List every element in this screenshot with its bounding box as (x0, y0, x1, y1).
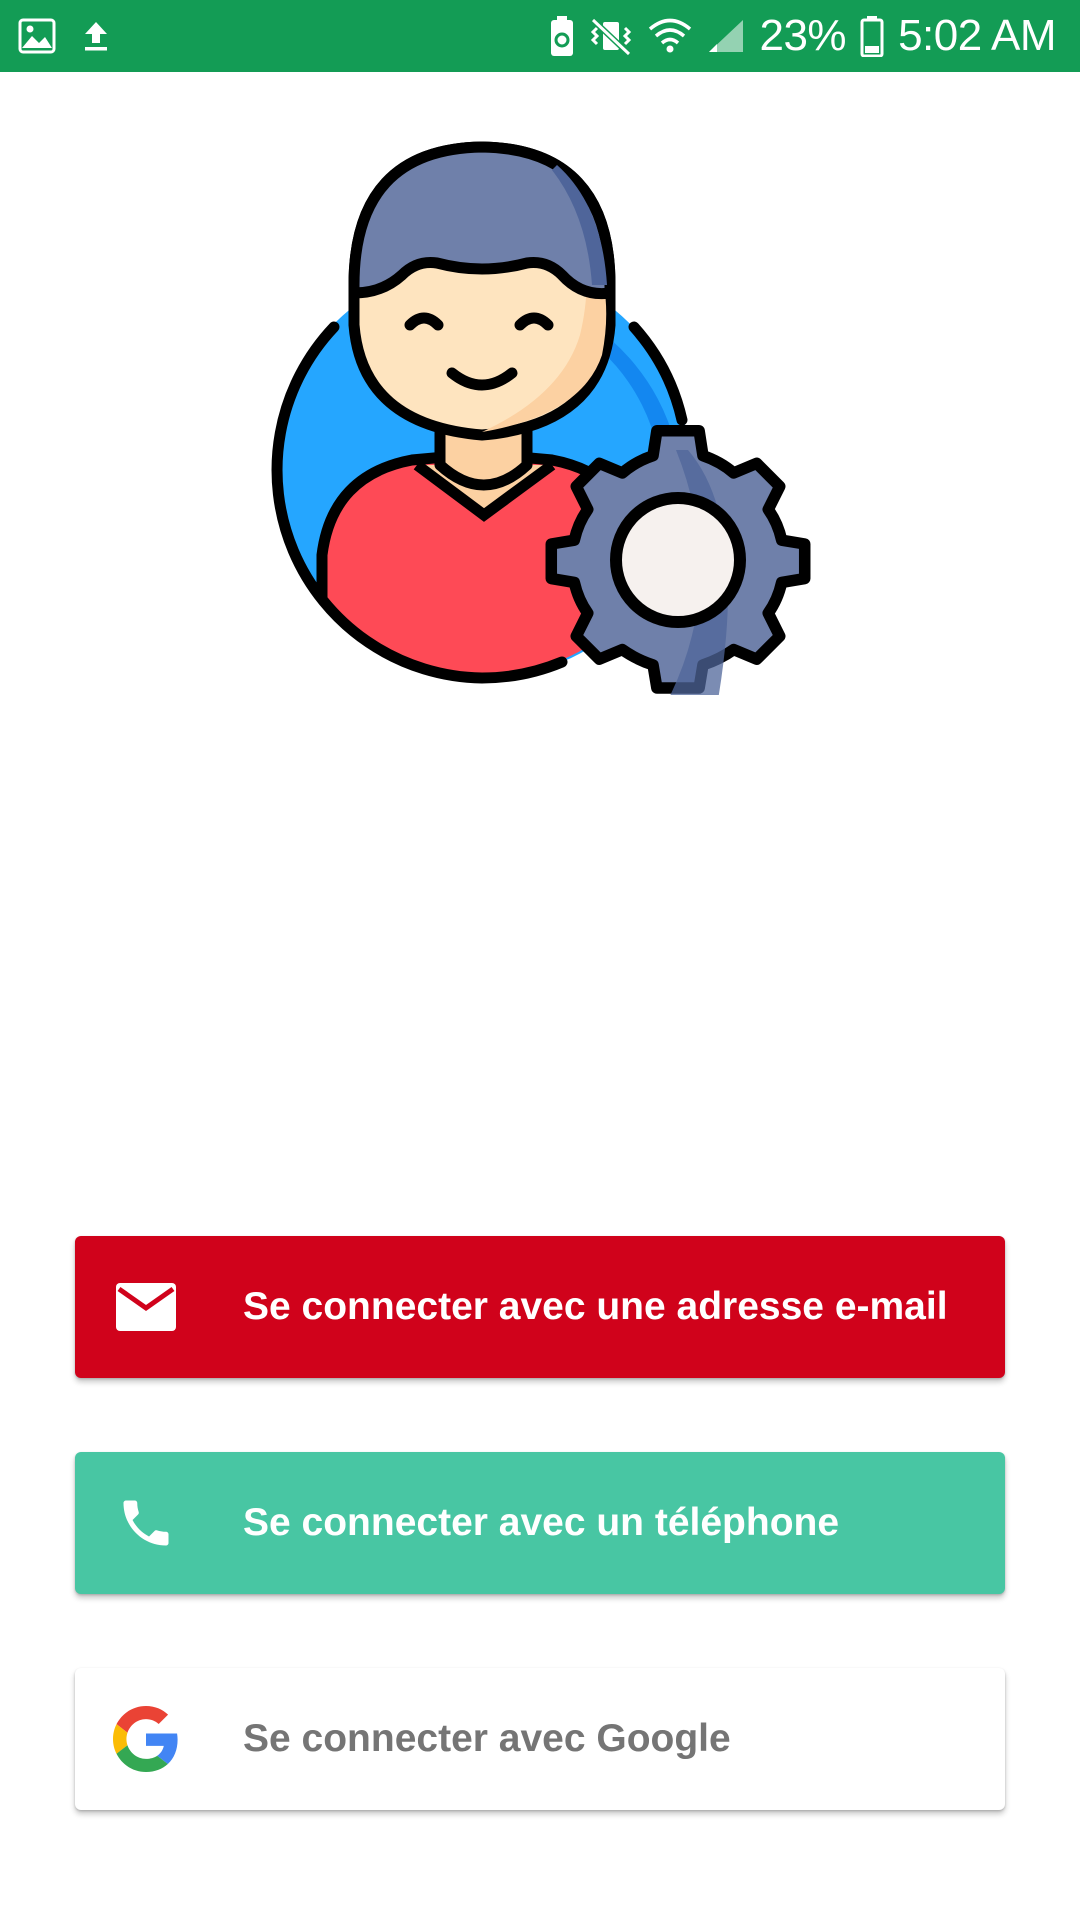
battery-icon (860, 15, 884, 57)
clock: 5:02 AM (898, 11, 1056, 60)
user-settings-illustration (262, 135, 822, 700)
phone-login-label: Se connecter avec un téléphone (243, 1501, 840, 1544)
email-login-label: Se connecter avec une adresse e-mail (243, 1285, 948, 1328)
wifi-icon (647, 16, 693, 56)
status-bar: 23% 5:02 AM (0, 0, 1080, 72)
google-login-label: Se connecter avec Google (243, 1717, 731, 1760)
mail-icon (113, 1274, 179, 1340)
email-login-button[interactable]: Se connecter avec une adresse e-mail (75, 1236, 1005, 1378)
image-icon (18, 18, 56, 54)
battery-saver-icon (549, 15, 575, 57)
battery-percent: 23% (759, 11, 847, 60)
upload-icon (80, 19, 112, 53)
google-icon (113, 1706, 179, 1772)
vibrate-mute-icon (589, 16, 633, 56)
gear-icon (545, 424, 811, 700)
google-login-button[interactable]: Se connecter avec Google (75, 1668, 1005, 1810)
phone-login-button[interactable]: Se connecter avec un téléphone (75, 1452, 1005, 1594)
phone-icon (113, 1490, 179, 1556)
signal-icon (707, 18, 745, 54)
